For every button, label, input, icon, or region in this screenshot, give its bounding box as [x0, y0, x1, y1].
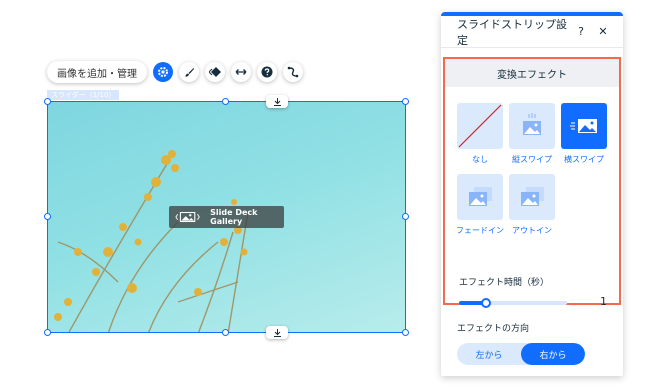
effect-label-fade-in: フェードイン	[456, 226, 504, 235]
effect-direction-label: エフェクトの方向	[457, 324, 530, 334]
effect-label-out-in: アウトイン	[512, 226, 552, 235]
transition-effect-section: 変換エフェクト なし 縦スワイプ 横スワイプ フェードイン アウトイン エフェク…	[443, 57, 621, 308]
slider-knob[interactable]	[481, 298, 491, 308]
settings-button[interactable]	[153, 62, 173, 82]
resize-handle-middle-left[interactable]	[44, 213, 51, 220]
question-mark-icon: ?	[578, 25, 584, 38]
resize-handle-middle-right[interactable]	[402, 213, 409, 220]
slideshow-settings-panel: スライドストリップ設定 ? ✕ 変換エフェクト なし 縦スワイプ 横スワイプ フ…	[441, 12, 623, 376]
animation-button[interactable]	[205, 62, 225, 82]
element-toolbar: 画像を追加・管理	[47, 61, 303, 83]
download-arrow-icon	[273, 328, 281, 337]
out-in-icon	[521, 187, 544, 206]
effect-duration-slider[interactable]	[459, 298, 567, 308]
design-button[interactable]	[179, 62, 199, 82]
effect-tile-horizontal-swipe[interactable]	[561, 103, 607, 149]
fade-in-icon	[469, 187, 492, 206]
vertical-swipe-icon	[523, 113, 541, 135]
effect-tile-vertical-swipe[interactable]	[509, 103, 555, 149]
animation-icon	[209, 67, 221, 77]
add-manage-images-button[interactable]: 画像を追加・管理	[47, 61, 147, 83]
none-effect-icon	[458, 104, 502, 148]
gallery-label: Slide Deck Gallery	[210, 208, 258, 226]
stretch-icon	[235, 69, 247, 75]
effect-tile-fade-in[interactable]	[457, 174, 503, 220]
resize-handle-bottom-middle[interactable]	[222, 329, 229, 336]
connect-icon	[287, 66, 299, 78]
effect-tile-none[interactable]	[457, 103, 503, 149]
effect-label-vertical-swipe: 縦スワイプ	[512, 155, 552, 164]
resize-handle-top-middle[interactable]	[222, 98, 229, 105]
close-icon: ✕	[598, 25, 608, 38]
download-arrow-icon	[273, 97, 281, 106]
panel-title: スライドストリップ設定	[457, 17, 567, 47]
effect-duration-label: エフェクト時間（秒）	[459, 278, 550, 288]
horizontal-swipe-icon	[570, 119, 597, 133]
panel-header: スライドストリップ設定 ? ✕	[441, 16, 623, 48]
effect-label-none: なし	[472, 155, 488, 164]
slider-tag: スライダー（1/10）	[47, 90, 120, 100]
direction-from-right-option[interactable]: 右から	[521, 343, 585, 365]
effect-label-horizontal-swipe: 横スワイプ	[564, 155, 604, 164]
help-icon	[261, 66, 273, 78]
connect-button[interactable]	[283, 62, 303, 82]
stretch-button[interactable]	[231, 62, 251, 82]
brush-icon	[185, 67, 194, 77]
resize-handle-top-left[interactable]	[44, 98, 51, 105]
help-button[interactable]: ?	[573, 24, 589, 40]
stretch-top-handle[interactable]	[266, 95, 288, 108]
close-button[interactable]: ✕	[595, 24, 611, 40]
resize-handle-bottom-right[interactable]	[402, 329, 409, 336]
effect-section-title: 変換エフェクト	[445, 59, 619, 87]
stretch-bottom-handle[interactable]	[266, 326, 288, 339]
gallery-icon	[175, 211, 200, 223]
gear-icon	[158, 67, 168, 77]
slide-deck-gallery-chip[interactable]: Slide Deck Gallery	[169, 206, 284, 228]
effect-direction-toggle: 左から 右から	[457, 343, 585, 365]
resize-handle-top-right[interactable]	[402, 98, 409, 105]
help-button[interactable]	[257, 62, 277, 82]
effect-duration-value[interactable]: 1	[600, 295, 607, 308]
resize-handle-bottom-left[interactable]	[44, 329, 51, 336]
direction-from-left-option[interactable]: 左から	[457, 343, 521, 365]
effect-tile-out-in[interactable]	[509, 174, 555, 220]
